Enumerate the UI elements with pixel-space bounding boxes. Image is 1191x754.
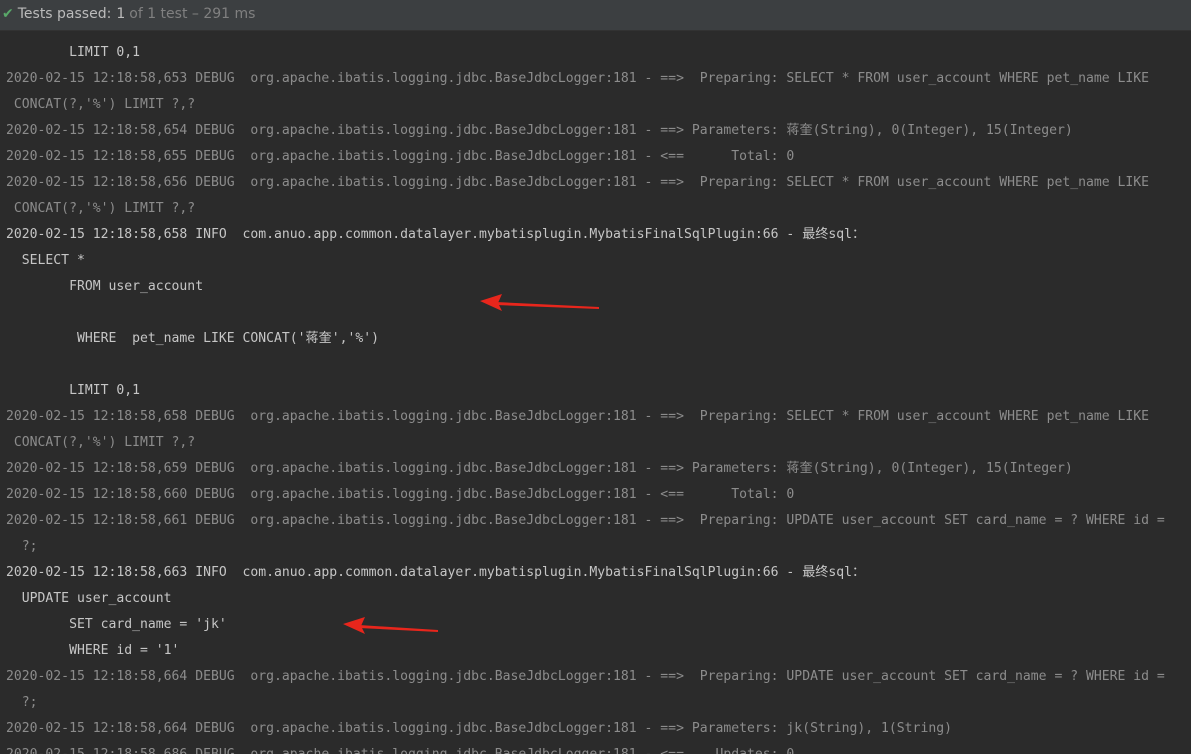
tests-passed-label: Tests passed: (17, 6, 112, 22)
sql-line: SELECT * (6, 253, 85, 268)
sql-line: LIMIT 0,1 (6, 45, 141, 60)
log-line-debug: CONCAT(?,'%') LIMIT ?,? (6, 97, 196, 112)
check-icon: ✔ (2, 6, 14, 22)
log-line-debug: 2020-02-15 12:18:58,655 DEBUG org.apache… (6, 149, 795, 164)
log-line-debug: 2020-02-15 12:18:58,664 DEBUG org.apache… (6, 669, 1165, 684)
sql-line: WHERE pet_name LIKE CONCAT('蒋奎','%') (6, 331, 380, 346)
log-line-debug: 2020-02-15 12:18:58,664 DEBUG org.apache… (6, 721, 952, 736)
log-line-debug: ?; (6, 695, 38, 710)
log-line-info: 2020-02-15 12:18:58,663 INFO com.anuo.ap… (6, 565, 866, 580)
sql-line (0, 300, 1191, 326)
test-status-bar: ✔ Tests passed: 1 of 1 test – 291 ms (0, 0, 1191, 31)
sql-line: FROM user_account (6, 279, 204, 294)
tests-passed-count: 1 (116, 6, 126, 22)
log-line-debug: CONCAT(?,'%') LIMIT ?,? (6, 435, 196, 450)
run-tool-window: ✔ Tests passed: 1 of 1 test – 291 ms LIM… (0, 0, 1191, 754)
log-line-debug: 2020-02-15 12:18:58,656 DEBUG org.apache… (6, 175, 1150, 190)
sql-line: WHERE id = '1' (6, 643, 180, 658)
log-line-debug: 2020-02-15 12:18:58,660 DEBUG org.apache… (6, 487, 795, 502)
log-line-debug: CONCAT(?,'%') LIMIT ?,? (6, 201, 196, 216)
log-line-debug: 2020-02-15 12:18:58,654 DEBUG org.apache… (6, 123, 1073, 138)
log-line-debug: ?; (6, 539, 38, 554)
sql-line (0, 352, 1191, 378)
log-line-debug: 2020-02-15 12:18:58,653 DEBUG org.apache… (6, 71, 1150, 86)
log-line-debug: 2020-02-15 12:18:58,661 DEBUG org.apache… (6, 513, 1165, 528)
console-output[interactable]: LIMIT 0,1 2020-02-15 12:18:58,653 DEBUG o… (0, 40, 1191, 754)
log-line-debug: 2020-02-15 12:18:58,686 DEBUG org.apache… (0, 742, 1191, 754)
log-line-info: 2020-02-15 12:18:58,658 INFO com.anuo.ap… (6, 227, 866, 242)
sql-line: LIMIT 0,1 (6, 383, 141, 398)
tests-detail: of 1 test – 291 ms (129, 6, 256, 22)
log-line-debug: 2020-02-15 12:18:58,659 DEBUG org.apache… (6, 461, 1073, 476)
sql-line: SET card_name = 'jk' (6, 617, 227, 632)
log-line-debug: 2020-02-15 12:18:58,658 DEBUG org.apache… (6, 409, 1150, 424)
sql-line: UPDATE user_account (6, 591, 172, 606)
